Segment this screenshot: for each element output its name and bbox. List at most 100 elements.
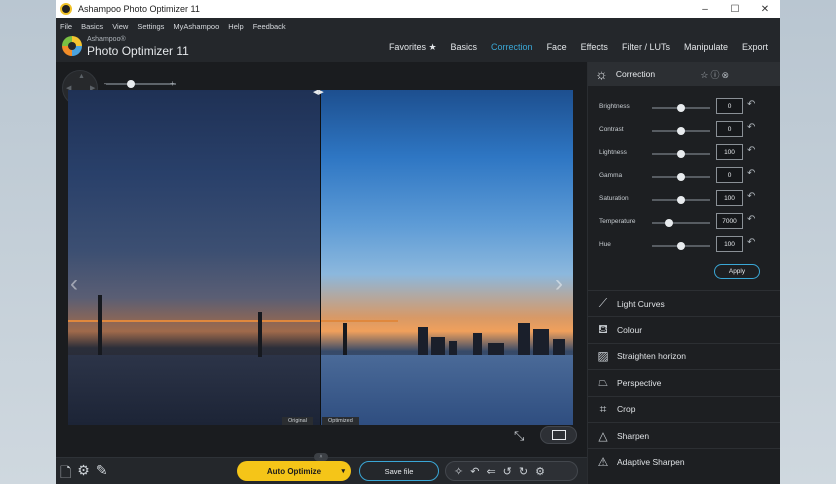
undo-all-icon[interactable]: ⇐ [486,465,495,478]
ashampoo-logo-icon [62,36,82,56]
slider-knob[interactable] [677,196,685,204]
minimize-button[interactable]: – [690,0,720,18]
menu-feedback[interactable]: Feedback [253,22,286,31]
menu-file[interactable]: File [60,22,72,31]
magic-wand-icon[interactable]: ✧ [454,465,463,478]
zoom-slider-knob[interactable] [126,80,135,88]
panel-header-icons[interactable]: ☆ⓘ⊗ [700,68,731,81]
rotate-left-icon[interactable]: ↺ [503,465,512,478]
adjustment-value-input[interactable]: 100 [716,144,743,160]
main-nav: Favorites ★ Basics Correction Face Effec… [375,42,768,53]
menu-bar: File Basics View Settings MyAshampoo Hel… [56,18,780,34]
auto-optimize-button[interactable]: Auto Optimize ▾ [237,461,351,481]
image-viewer: ▲ ▼ ◀ ▶ – + [56,62,587,457]
panel-header: ☼ Correction ☆ⓘ⊗ [588,62,780,86]
adjustment-label: Temperature [599,218,636,225]
bridge-tower [98,295,102,355]
menu-settings[interactable]: Settings [137,22,164,31]
split-divider[interactable] [320,90,321,425]
reset-icon[interactable]: ↶ [747,168,755,179]
adjustment-row: Gamma 0 ↶ [588,165,780,188]
adjustment-label: Contrast [599,126,624,133]
adjustment-value-input[interactable]: 100 [716,190,743,206]
adjustment-value-input[interactable]: 0 [716,98,743,114]
brand-product: Photo Optimizer 11 [87,44,189,58]
settings-gear-icon[interactable]: ⚙ [535,465,545,478]
tool-light-curves[interactable]: ⟋ Light Curves [588,290,780,316]
zoom-in-icon[interactable]: + [170,79,175,88]
close-button[interactable]: ✕ [750,0,780,18]
menu-myashampoo[interactable]: MyAshampoo [173,22,219,31]
auto-optimize-label: Auto Optimize [266,466,322,476]
add-settings-file-icon[interactable]: ⚙ [77,462,90,484]
tool-straighten-horizon[interactable]: ▨ Straighten horizon [588,342,780,369]
tool-sharpen[interactable]: △ Sharpen [588,421,780,448]
zoom-slider[interactable] [106,83,176,85]
slider-knob[interactable] [665,219,674,227]
tab-basics[interactable]: Basics [451,42,478,53]
app-window: Ashampoo Photo Optimizer 11 – ☐ ✕ File B… [56,0,780,484]
previous-image-icon[interactable]: ‹ [70,270,78,298]
next-image-icon[interactable]: › [555,270,563,298]
adjustment-label: Hue [599,241,611,248]
adjustment-value-input[interactable]: 0 [716,121,743,137]
adjustment-list: Brightness 0 ↶ Contrast 0 ↶ Lightness 10… [588,96,780,257]
adjustment-value-input[interactable]: 0 [716,167,743,183]
maximize-button[interactable]: ☐ [720,0,750,18]
save-file-button[interactable]: Save file [359,461,439,481]
title-bar: Ashampoo Photo Optimizer 11 – ☐ ✕ [56,0,780,18]
reset-icon[interactable]: ↶ [747,99,755,110]
tab-correction[interactable]: Correction [491,42,533,53]
reset-icon[interactable]: ↶ [747,122,755,133]
compress-view-icon[interactable]: ⤡ [514,428,524,444]
tab-effects[interactable]: Effects [581,42,608,53]
tab-filter-luts[interactable]: Filter / LUTs [622,42,670,53]
menu-help[interactable]: Help [228,22,243,31]
perspective-icon: ⏢ [598,375,608,390]
rotate-right-icon[interactable]: ↻ [519,465,528,478]
tool-label: Sharpen [617,430,650,441]
slider-knob[interactable] [677,150,685,158]
tab-face[interactable]: Face [547,42,567,53]
apply-button[interactable]: Apply [714,264,760,279]
adjustment-value-input[interactable]: 100 [716,236,743,252]
menu-view[interactable]: View [112,22,128,31]
tool-adaptive-sharpen[interactable]: ⚠ Adaptive Sharpen [588,448,780,474]
reset-icon[interactable]: ↶ [747,145,755,156]
tool-label: Crop [617,404,636,415]
undo-icon[interactable]: ↶ [470,465,479,478]
tool-crop[interactable]: ⌗ Crop [588,395,780,422]
tool-label: Perspective [617,377,662,388]
slider-knob[interactable] [677,242,685,250]
adjustment-row: Saturation 100 ↶ [588,188,780,211]
reset-icon[interactable]: ↶ [747,214,755,225]
slider-knob[interactable] [677,173,685,181]
tab-manipulate[interactable]: Manipulate [684,42,728,53]
tab-favorites[interactable]: Favorites ★ [389,42,437,53]
reset-icon[interactable]: ↶ [747,237,755,248]
chevron-down-icon[interactable]: ▾ [341,467,345,475]
bridge-tower [258,312,262,357]
curve-icon: ⟋ [598,296,608,311]
reset-icon[interactable]: ↶ [747,191,755,202]
optimized-water [321,355,573,425]
slider-knob[interactable] [677,127,685,135]
compare-mode-button[interactable] [540,426,577,444]
crop-icon: ⌗ [599,401,607,416]
adjustment-label: Saturation [599,195,629,202]
adjustment-slider[interactable] [652,222,710,224]
adjustment-row: Lightness 100 ↶ [588,142,780,165]
brush-icon[interactable]: ✎ [96,462,108,484]
tab-export[interactable]: Export [742,42,768,53]
adjustment-value-input[interactable]: 7000 [716,213,743,229]
bridge-lights [68,320,398,322]
split-handle-icon[interactable]: ◀▶ [313,90,324,96]
add-file-icon[interactable]: 🗋 [60,462,71,484]
slider-knob[interactable] [677,104,685,112]
window-title: Ashampoo Photo Optimizer 11 [78,4,200,14]
photo-comparison[interactable]: ◀▶ Original Optimized ‹ › [68,90,573,425]
tool-perspective[interactable]: ⏢ Perspective [588,369,780,395]
tool-colour[interactable]: ⛾ Colour [588,316,780,342]
expand-panel-icon[interactable]: ˄ [314,453,328,461]
menu-basics[interactable]: Basics [81,22,103,31]
